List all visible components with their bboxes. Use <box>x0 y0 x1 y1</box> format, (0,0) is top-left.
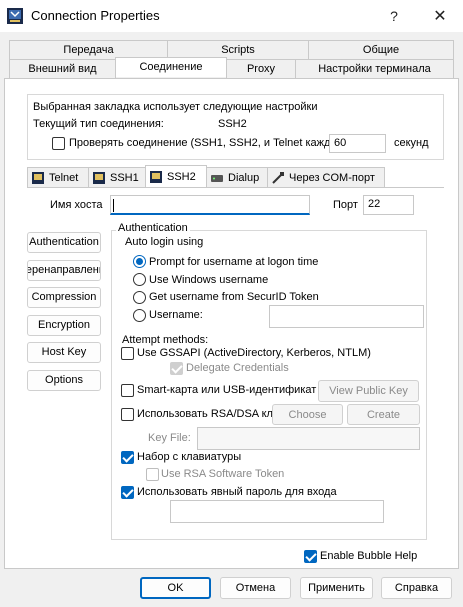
gssapi-label: Use GSSAPI (ActiveDirectory, Kerberos, N… <box>137 347 371 359</box>
modem-icon <box>210 171 224 185</box>
ok-button[interactable]: OK <box>140 577 211 599</box>
options-button[interactable]: Options <box>27 370 101 391</box>
tab-terminal-settings[interactable]: Настройки терминала <box>295 59 454 78</box>
serial-cable-icon <box>271 171 285 185</box>
hostname-label: Имя хоста <box>50 199 103 211</box>
delegate-credentials-checkbox[interactable] <box>170 362 183 375</box>
choose-button[interactable]: Choose <box>272 404 343 425</box>
radio-securid-username-label: Get username from SecurID Token <box>149 291 319 303</box>
key-file-label: Key File: <box>148 432 191 444</box>
hostname-input[interactable] <box>110 195 310 215</box>
help-button[interactable]: Справка <box>381 577 452 599</box>
tab-appearance[interactable]: Внешний вид <box>9 59 116 78</box>
subtab-ssh1-label: SSH1 <box>110 171 139 184</box>
tab-connection[interactable]: Соединение <box>115 57 227 77</box>
check-connection-label: Проверять соединение (SSH1, SSH2, и Teln… <box>69 137 331 149</box>
compression-button[interactable]: Compression <box>27 287 101 308</box>
port-forwarding-button[interactable]: Перенаправления <box>27 260 101 281</box>
conn-type-label: Текущий тип соединения: <box>33 118 164 130</box>
securecrt-app-icon <box>6 7 24 25</box>
conn-type-value: SSH2 <box>218 118 247 130</box>
subtab-ssh2-label: SSH2 <box>167 170 196 183</box>
username-input[interactable] <box>269 305 424 328</box>
terminal-icon <box>92 171 106 185</box>
radio-prompt-username-label: Prompt for username at logon time <box>149 256 319 268</box>
encryption-button[interactable]: Encryption <box>27 315 101 336</box>
password-input[interactable] <box>170 500 384 523</box>
window-title: Connection Properties <box>31 8 160 23</box>
help-title-button[interactable]: ? <box>371 0 417 32</box>
gssapi-checkbox[interactable] <box>121 347 134 360</box>
create-button[interactable]: Create <box>347 404 420 425</box>
authentication-title: Authentication <box>116 222 190 234</box>
enable-bubble-help-checkbox[interactable] <box>304 550 317 563</box>
title-bar: Connection Properties ? ✕ <box>0 0 463 32</box>
rsa-dsa-label: Использовать RSA/DSA кл <box>137 408 273 420</box>
key-file-input[interactable] <box>197 427 420 450</box>
seconds-label: секунд <box>394 137 429 149</box>
apply-button[interactable]: Применить <box>300 577 373 599</box>
explicit-password-checkbox[interactable] <box>121 486 134 499</box>
subtab-divider <box>27 187 444 188</box>
radio-username[interactable] <box>133 309 146 322</box>
radio-securid-username[interactable] <box>133 291 146 304</box>
port-label: Порт <box>333 199 358 211</box>
smartcard-label: Smart-карта или USB-идентификат <box>137 384 317 396</box>
check-connection-checkbox[interactable] <box>52 137 65 150</box>
view-public-key-button[interactable]: View Public Key <box>318 380 419 402</box>
terminal-icon <box>31 171 45 185</box>
port-input[interactable]: 22 <box>363 195 414 215</box>
radio-prompt-username[interactable] <box>133 255 146 268</box>
radio-username-label: Username: <box>149 309 203 321</box>
tab-proxy[interactable]: Proxy <box>226 59 296 78</box>
explicit-password-label: Использовать явный пароль для входа <box>137 486 337 498</box>
rsa-dsa-checkbox[interactable] <box>121 408 134 421</box>
cancel-button[interactable]: Отмена <box>220 577 291 599</box>
check-interval-input[interactable]: 60 <box>329 134 386 153</box>
text-cursor <box>113 199 114 212</box>
keyboard-interactive-label: Набор с клавиатуры <box>137 451 242 463</box>
subtab-telnet-label: Telnet <box>49 171 79 184</box>
subtab-dialup[interactable]: Dialup <box>206 167 268 187</box>
subtab-telnet[interactable]: Telnet <box>27 167 89 187</box>
host-key-button[interactable]: Host Key <box>27 342 101 363</box>
delegate-credentials-label: Delegate Credentials <box>186 362 289 374</box>
subtab-com-port-label: Через COM-порт <box>289 171 375 184</box>
rsa-software-token-label: Use RSA Software Token <box>161 468 285 480</box>
subtab-ssh2[interactable]: SSH2 <box>145 165 207 187</box>
subtab-ssh1[interactable]: SSH1 <box>88 167 146 187</box>
enable-bubble-help-label: Enable Bubble Help <box>320 550 418 562</box>
tab-general[interactable]: Общие <box>308 40 454 59</box>
subtab-com-port[interactable]: Через COM-порт <box>267 167 385 187</box>
rsa-software-token-checkbox[interactable] <box>146 468 159 481</box>
info-description: Выбранная закладка использует следующие … <box>33 101 318 113</box>
terminal-icon <box>149 170 163 184</box>
subtab-dialup-label: Dialup <box>228 171 260 184</box>
close-button[interactable]: ✕ <box>417 0 463 32</box>
auto-login-label: Auto login using <box>125 236 204 248</box>
attempt-methods-label: Attempt methods: <box>122 334 209 346</box>
smartcard-checkbox[interactable] <box>121 384 134 397</box>
radio-windows-username-label: Use Windows username <box>149 274 269 286</box>
keyboard-interactive-checkbox[interactable] <box>121 451 134 464</box>
radio-windows-username[interactable] <box>133 273 146 286</box>
authentication-button[interactable]: Authentication <box>27 232 101 253</box>
